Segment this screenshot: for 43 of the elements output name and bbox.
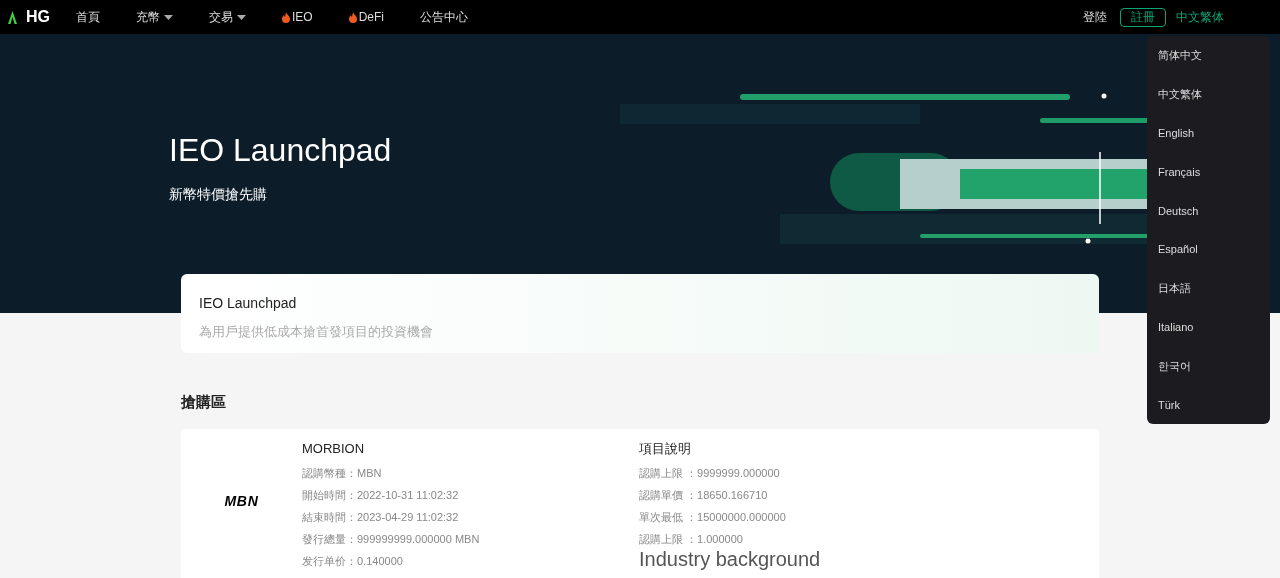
flame-icon — [348, 11, 357, 23]
project-field: 認購幣種：MBN — [302, 466, 382, 480]
language-option[interactable]: 日本語 — [1147, 280, 1191, 320]
intro-title: IEO Launchpad — [199, 294, 297, 313]
details-field: 認購上限 ：9999999.000000 — [639, 466, 780, 480]
language-option[interactable]: 中文繁体 — [1147, 85, 1202, 125]
project-field: 開始時間：2022-10-31 11:02:32 — [302, 488, 459, 502]
language-option[interactable]: Deutsch — [1147, 202, 1199, 242]
intro-description: 為用戶提供低成本搶首發項目的投資機會 — [199, 323, 433, 341]
hero-subtitle: 新幣特價搶先購 — [169, 185, 267, 204]
nav-link[interactable]: IEO — [282, 8, 313, 26]
details-title: 項目說明 — [639, 439, 691, 458]
project-field: 結束時間：2023-04-29 11:02:32 — [302, 510, 459, 524]
hero-title: IEO Launchpad — [169, 131, 392, 170]
nav-link[interactable]: DeFi — [348, 8, 384, 26]
language-selector[interactable]: 中文繁体 — [1176, 8, 1224, 26]
project-field: 發行總量：999999999.000000 MBN — [302, 532, 480, 546]
caret-icon — [237, 14, 246, 20]
nav-link[interactable]: 交易 — [209, 8, 246, 26]
details-field: 單次最低 ：15000000.000000 — [639, 510, 786, 524]
nav-link[interactable]: 充幣 — [136, 8, 173, 26]
language-option[interactable]: English — [1147, 124, 1195, 164]
language-option[interactable]: 简体中文 — [1147, 47, 1202, 86]
project-logo: MBN — [224, 492, 259, 511]
language-option[interactable]: Türk — [1147, 397, 1180, 436]
language-option[interactable]: 한국어 — [1147, 358, 1191, 397]
language-option[interactable]: Français — [1147, 163, 1201, 203]
nav-link[interactable]: 公告中心 — [420, 8, 468, 26]
brand-name: HG — [26, 7, 50, 27]
details-field: 認購上限 ：1.000000 — [639, 532, 743, 546]
industry-background-heading: Industry background — [639, 548, 821, 570]
language-option[interactable]: Italiano — [1147, 319, 1194, 359]
logo-icon — [8, 10, 17, 24]
project-field: 发行单价：0.140000 — [302, 554, 403, 568]
flame-icon — [282, 11, 290, 23]
section-title: 搶購區 — [181, 392, 226, 412]
register-button[interactable]: 註冊 — [1120, 7, 1166, 27]
caret-icon — [164, 14, 173, 20]
project-name: MORBION — [302, 439, 365, 458]
login-link[interactable]: 登陸 — [1083, 8, 1107, 26]
details-field: 認購單價 ：18650.166710 — [639, 488, 768, 502]
nav-link[interactable]: 首頁 — [76, 8, 100, 26]
language-option[interactable]: Español — [1147, 241, 1198, 281]
